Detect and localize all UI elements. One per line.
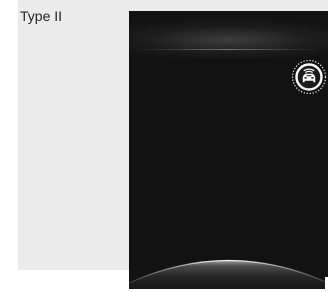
bottom-curved-horizon: [129, 237, 328, 289]
top-edge-highlight: [137, 49, 320, 50]
display-screen: [129, 11, 328, 289]
figure-label: Type II: [20, 8, 63, 24]
vehicle-front-radar-icon: [291, 59, 327, 95]
top-glow: [129, 11, 328, 59]
